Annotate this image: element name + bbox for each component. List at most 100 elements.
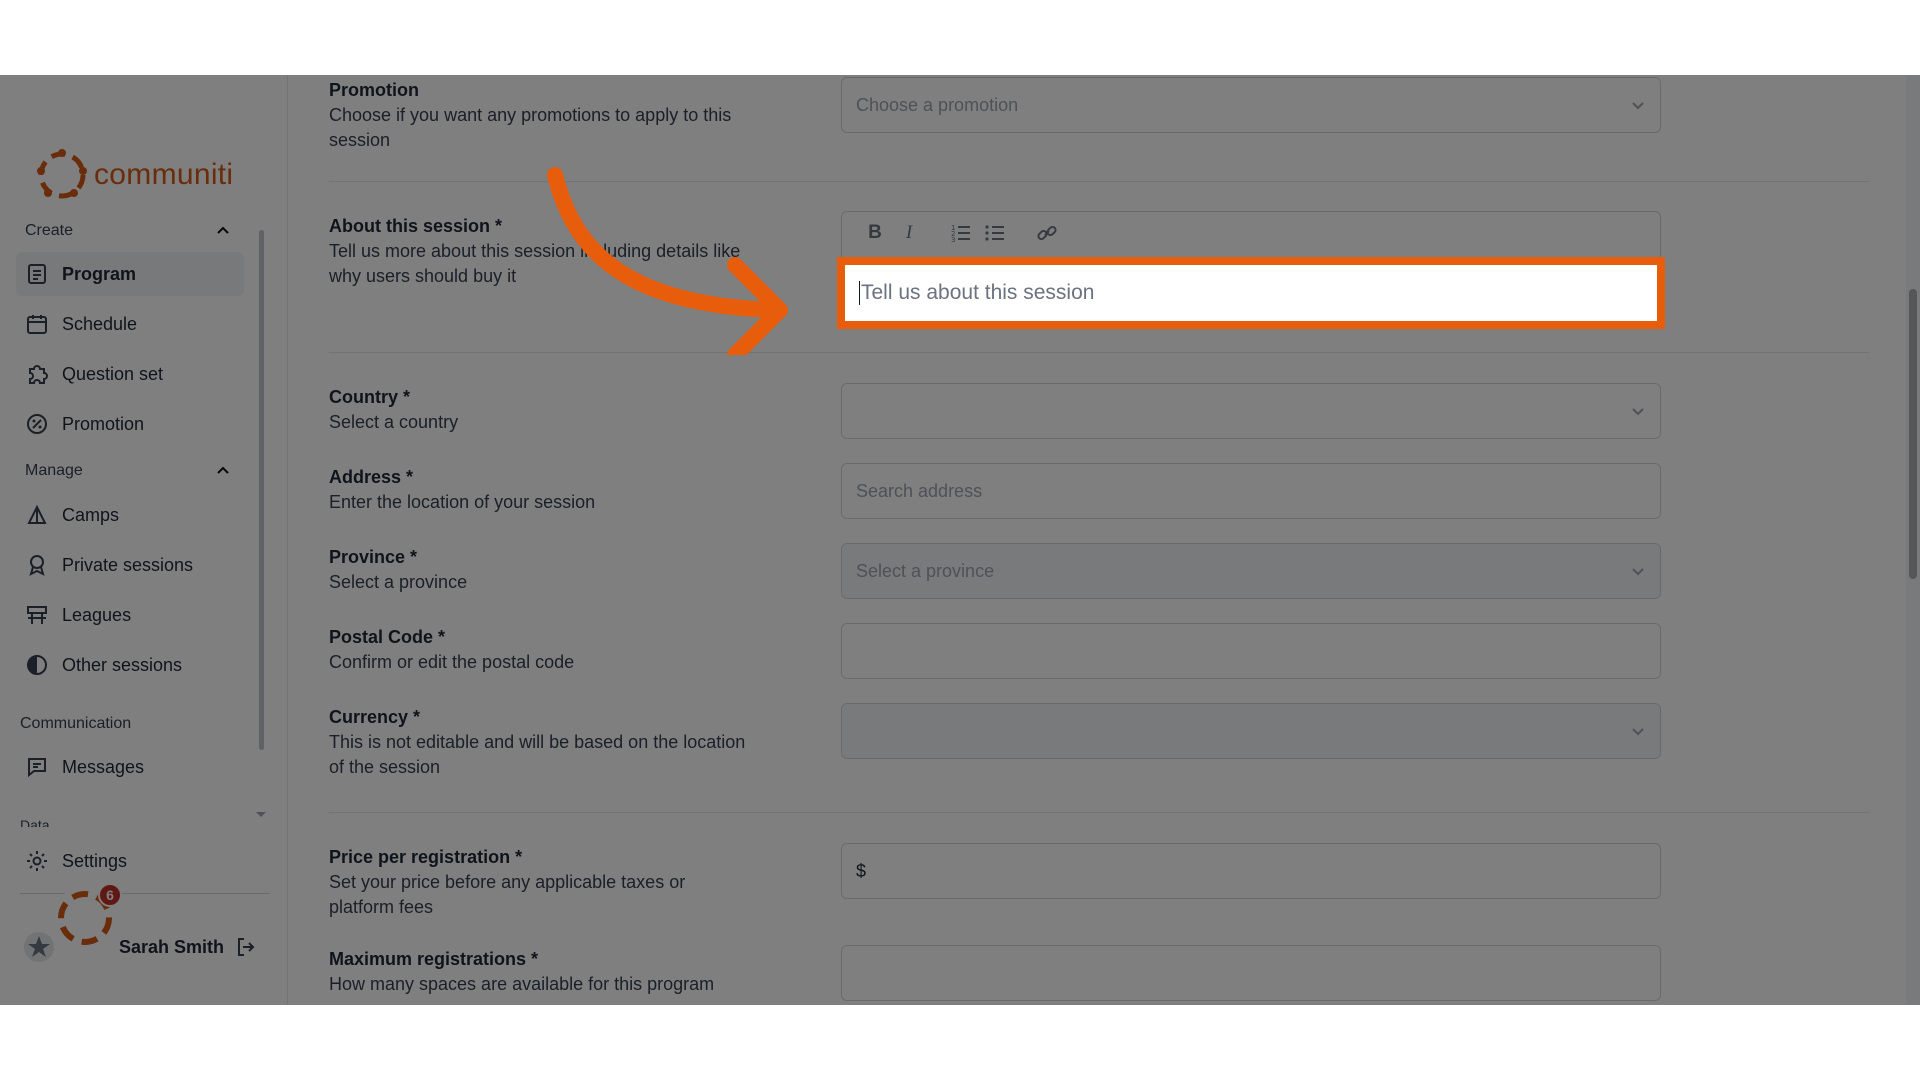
chevron-up-icon: [217, 226, 229, 234]
award-icon: [29, 555, 45, 576]
price-label-group: Price per registration * Set your price …: [329, 844, 749, 920]
sidebar-item-label: Private sessions: [62, 554, 194, 575]
text-cursor: [859, 281, 860, 305]
sidebar-item-promotion[interactable]: Promotion: [16, 402, 244, 446]
sidebar-item-leagues[interactable]: Leagues: [16, 593, 244, 637]
currency-description: This is not editable and will be based o…: [329, 732, 746, 777]
sidebar-item-label: Other sessions: [62, 654, 183, 675]
ordered-list-icon[interactable]: 123: [950, 222, 972, 244]
chevron-down-icon: [1632, 728, 1644, 736]
sidebar-item-label: Schedule: [62, 313, 138, 334]
bold-icon[interactable]: B: [864, 222, 886, 244]
section-manage-label: Manage: [25, 462, 83, 479]
price-input[interactable]: $: [841, 843, 1661, 899]
sidebar-item-messages[interactable]: Messages: [16, 745, 244, 789]
sidebar-item-label: Question set: [62, 363, 164, 384]
sidebar-item-label: Settings: [62, 850, 128, 871]
bullet-list-icon[interactable]: [984, 222, 1006, 244]
half-circle-icon: [27, 655, 47, 675]
province-select[interactable]: Select a province: [841, 543, 1661, 599]
sidebar-item-settings[interactable]: Settings: [16, 839, 244, 883]
section-divider: [329, 812, 1869, 813]
address-placeholder: Search address: [856, 480, 983, 501]
about-description-input[interactable]: Tell us about this session: [845, 265, 1657, 321]
session-form: Promotion Choose if you want any promoti…: [289, 75, 1909, 1005]
bracket-icon: [27, 606, 47, 624]
postal-label-group: Postal Code * Confirm or edit the postal…: [329, 624, 749, 675]
italic-icon[interactable]: I: [898, 222, 920, 244]
sidebar-item-label: Messages: [62, 756, 145, 777]
address-description: Enter the location of your session: [329, 492, 596, 512]
top-margin: [0, 0, 1920, 75]
message-icon: [28, 758, 46, 778]
sidebar-item-schedule[interactable]: Schedule: [16, 302, 244, 346]
communiti-logo-icon: [37, 149, 87, 199]
document-list-icon: [28, 264, 46, 284]
province-title: Province *: [329, 547, 418, 567]
section-communication-header: Communication: [20, 715, 225, 733]
sidebar-item-camps[interactable]: Camps: [16, 493, 244, 537]
max-registrations-title: Maximum registrations *: [329, 949, 539, 969]
notification-badge: 6: [98, 883, 122, 907]
promotion-select[interactable]: Choose a promotion: [841, 77, 1661, 133]
max-registrations-label-group: Maximum registrations * How many spaces …: [329, 946, 749, 997]
section-create-label: Create: [25, 222, 74, 239]
chevron-up-icon: [217, 466, 229, 474]
sidebar-item-label: Program: [62, 263, 137, 284]
postal-description: Confirm or edit the postal code: [329, 652, 575, 672]
puzzle-icon: [29, 365, 48, 384]
address-search-input[interactable]: Search address: [841, 463, 1661, 519]
scroll-down-arrow-icon[interactable]: [255, 811, 267, 819]
currency-prefix: $: [856, 860, 867, 881]
sidebar-scrollbar-thumb[interactable]: [259, 230, 264, 750]
promotion-title: Promotion: [329, 80, 419, 100]
app-window: communiti Create Program Schedule Questi…: [0, 75, 1920, 1005]
country-title: Country *: [329, 387, 410, 407]
svg-text:3: 3: [951, 236, 955, 244]
section-manage-header[interactable]: Manage: [25, 462, 230, 480]
sidebar-item-program[interactable]: Program: [16, 252, 244, 296]
section-data-label: Data: [20, 817, 50, 827]
address-label-group: Address * Enter the location of your ses…: [329, 464, 749, 515]
sidebar-item-private-sessions[interactable]: Private sessions: [16, 543, 244, 587]
postal-title: Postal Code *: [329, 627, 446, 647]
price-description: Set your price before any applicable tax…: [329, 872, 686, 917]
user-name: Sarah Smith: [119, 936, 225, 957]
logout-icon[interactable]: [234, 935, 258, 959]
section-create-header[interactable]: Create: [25, 222, 230, 240]
max-registrations-description: How many spaces are available for this p…: [329, 974, 715, 994]
percent-badge-icon: [27, 414, 47, 434]
calendar-icon: [27, 315, 47, 334]
about-description-input-highlight[interactable]: Tell us about this session: [837, 257, 1665, 329]
province-placeholder: Select a province: [856, 560, 995, 581]
promotion-description: Choose if you want any promotions to app…: [329, 105, 732, 150]
brand-logo[interactable]: communiti: [34, 147, 233, 203]
max-registrations-input[interactable]: [841, 945, 1661, 1001]
country-select[interactable]: [841, 383, 1661, 439]
page-scrollbar-thumb[interactable]: [1909, 289, 1917, 579]
editor-toolbar: B I 123: [864, 222, 1058, 244]
promotion-label-group: Promotion Choose if you want any promoti…: [329, 77, 749, 153]
province-label-group: Province * Select a province: [329, 544, 749, 595]
sidebar-item-other-sessions[interactable]: Other sessions: [16, 643, 244, 687]
section-communication-label: Communication: [20, 715, 132, 732]
sidebar-item-label: Camps: [62, 504, 120, 525]
sidebar-item-question-set[interactable]: Question set: [16, 352, 244, 396]
sidebar-item-label: Leagues: [62, 604, 132, 625]
sidebar-item-label: Promotion: [62, 413, 145, 434]
country-label-group: Country * Select a country: [329, 384, 749, 435]
about-placeholder: Tell us about this session: [861, 281, 1095, 304]
province-description: Select a province: [329, 572, 468, 592]
currency-title: Currency *: [329, 707, 421, 727]
gear-icon: [27, 851, 47, 871]
brand-wordmark: communiti: [94, 158, 234, 191]
camp-icon: [27, 504, 47, 524]
currency-label-group: Currency * This is not editable and will…: [329, 704, 749, 780]
pointer-arrow-icon: [547, 167, 788, 355]
postal-code-input[interactable]: [841, 623, 1661, 679]
currency-select: [841, 703, 1661, 759]
link-icon[interactable]: [1036, 222, 1058, 244]
address-title: Address *: [329, 467, 414, 487]
chevron-down-icon: [1632, 408, 1644, 416]
chevron-down-icon: [1632, 102, 1644, 110]
